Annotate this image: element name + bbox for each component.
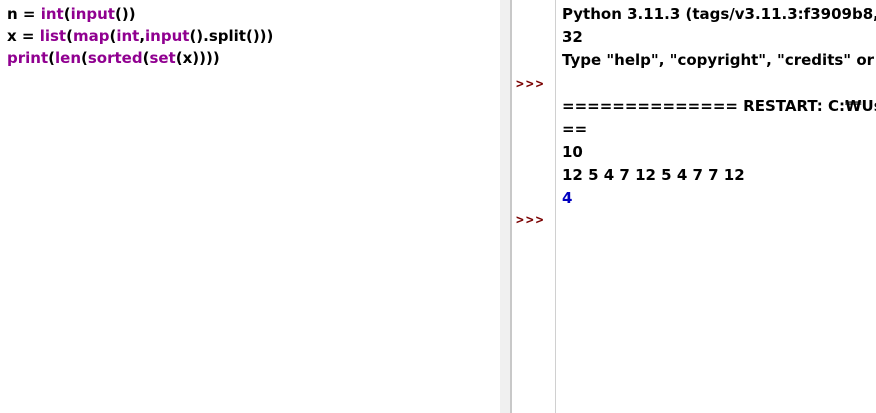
shell-input-n: 10 (562, 143, 583, 161)
shell-prompt-gutter: >>> >>> (512, 0, 555, 413)
shell-banner-help: Type "help", "copyright", "credits" or " (562, 51, 876, 69)
editor-scrollbar[interactable] (500, 0, 510, 413)
shell-restart-line-tail: == (562, 120, 588, 138)
shell-banner-version: Python 3.11.3 (tags/v3.11.3:f3909b8, A (562, 5, 876, 23)
code-token: ( (48, 49, 55, 67)
shell-output-result: 4 (562, 189, 573, 207)
code-token: ( (81, 49, 88, 67)
code-token: (x)))) (175, 49, 220, 67)
python-shell[interactable]: Python 3.11.3 (tags/v3.11.3:f3909b8, A 3… (556, 0, 876, 413)
shell-prompt-2: >>> (516, 213, 546, 228)
code-token: input (145, 27, 190, 45)
code-line-2[interactable]: x = list(map(int,input().split())) (7, 25, 273, 47)
code-token: int (116, 27, 140, 45)
code-token: ( (63, 5, 71, 23)
code-line-1[interactable]: n = int(input()) (7, 3, 136, 25)
shell-prompt-1: >>> (516, 77, 546, 92)
code-line-3[interactable]: print(len(sorted(set(x)))) (7, 47, 220, 69)
code-token: len (55, 49, 81, 67)
shell-banner-platform: 32 (562, 28, 583, 46)
shell-restart-line: ============== RESTART: C:₩Use (562, 97, 876, 115)
code-token: int (40, 5, 64, 23)
code-token: n = (7, 5, 41, 23)
code-token: input (70, 5, 115, 23)
code-token: list (39, 27, 67, 45)
code-token: map (72, 27, 110, 45)
shell-input-list: 12 5 4 7 12 5 4 7 7 12 (562, 166, 745, 184)
code-token: ( (66, 27, 73, 45)
code-editor[interactable]: n = int(input()) x = list(map(int,input(… (0, 0, 500, 413)
code-token: print (7, 49, 49, 67)
code-token: set (149, 49, 176, 67)
code-token: x = (7, 27, 40, 45)
code-token: ()) (114, 5, 136, 23)
code-token: ().split())) (189, 27, 274, 45)
code-token: sorted (87, 49, 143, 67)
